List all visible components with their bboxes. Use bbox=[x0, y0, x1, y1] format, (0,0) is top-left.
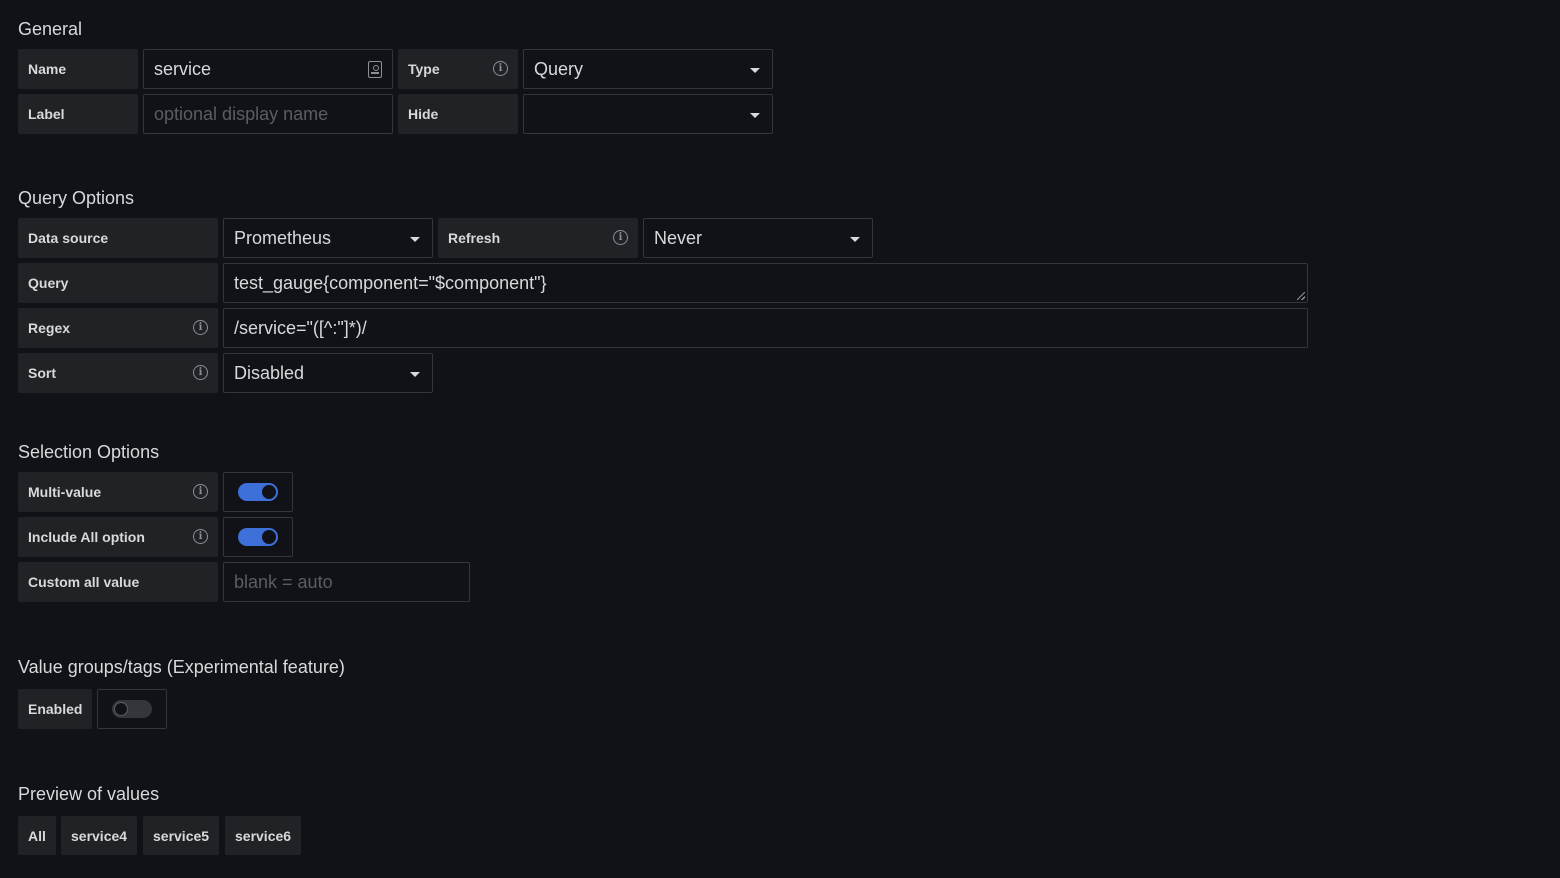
info-icon[interactable]: i bbox=[193, 320, 208, 335]
custom-all-label: Custom all value bbox=[18, 562, 218, 602]
include-all-label: Include All option i bbox=[18, 517, 218, 557]
multi-value-label: Multi-value i bbox=[18, 472, 218, 512]
refresh-select[interactable]: Never bbox=[643, 218, 873, 258]
refresh-select-value: Never bbox=[654, 227, 703, 248]
include-all-toggle[interactable] bbox=[238, 528, 278, 546]
label-label: Label bbox=[18, 94, 138, 134]
preview-value-tag: service5 bbox=[143, 816, 220, 855]
info-icon[interactable]: i bbox=[193, 529, 208, 544]
name-label-text: Name bbox=[28, 61, 67, 77]
sort-select-value: Disabled bbox=[234, 362, 305, 383]
section-title-value-groups: Value groups/tags (Experimental feature) bbox=[18, 657, 345, 677]
info-icon[interactable]: i bbox=[613, 230, 628, 245]
regex-label-text: Regex bbox=[28, 320, 71, 336]
enabled-label-text: Enabled bbox=[28, 701, 83, 717]
query-textarea-value: test_gauge{component="$component"} bbox=[234, 272, 547, 293]
type-label-text: Type bbox=[408, 61, 440, 77]
toggle-knob bbox=[114, 702, 128, 716]
caret-down-icon bbox=[410, 237, 420, 242]
sort-label: Sort i bbox=[18, 353, 218, 393]
section-title-query-options: Query Options bbox=[18, 188, 135, 208]
refresh-label: Refresh i bbox=[438, 218, 638, 258]
query-label: Query bbox=[18, 263, 218, 303]
name-input-value: service bbox=[154, 58, 212, 79]
query-textarea[interactable]: test_gauge{component="$component"} bbox=[223, 263, 1308, 303]
regex-label: Regex i bbox=[18, 308, 218, 348]
caret-down-icon bbox=[410, 372, 420, 377]
type-select-value: Query bbox=[534, 58, 584, 79]
label-input-placeholder: optional display name bbox=[154, 103, 329, 124]
type-label: Type i bbox=[398, 49, 518, 89]
hide-label: Hide bbox=[398, 94, 518, 134]
preview-value-tag: All bbox=[18, 816, 56, 855]
enabled-toggle[interactable] bbox=[112, 700, 152, 718]
name-label: Name bbox=[18, 49, 138, 89]
custom-all-label-text: Custom all value bbox=[28, 574, 140, 590]
label-input[interactable]: optional display name bbox=[143, 94, 393, 134]
multi-value-label-text: Multi-value bbox=[28, 484, 102, 500]
include-all-switch-container bbox=[223, 517, 293, 557]
type-select[interactable]: Query bbox=[523, 49, 773, 89]
section-title-preview: Preview of values bbox=[18, 784, 160, 804]
contact-card-icon[interactable] bbox=[368, 61, 382, 78]
datasource-select[interactable]: Prometheus bbox=[223, 218, 433, 258]
enabled-switch-container bbox=[97, 689, 167, 729]
datasource-label-text: Data source bbox=[28, 230, 109, 246]
include-all-label-text: Include All option bbox=[28, 529, 145, 545]
hide-select[interactable] bbox=[523, 94, 773, 134]
toggle-knob bbox=[262, 530, 276, 544]
multi-value-switch-container bbox=[223, 472, 293, 512]
sort-label-text: Sort bbox=[28, 365, 56, 381]
info-icon[interactable]: i bbox=[193, 484, 208, 499]
caret-down-icon bbox=[850, 237, 860, 242]
label-label-text: Label bbox=[28, 106, 65, 122]
caret-down-icon bbox=[750, 68, 760, 73]
enabled-label: Enabled bbox=[18, 689, 92, 729]
name-input[interactable]: service bbox=[143, 49, 393, 89]
regex-input[interactable]: /service="([^:"]*)/ bbox=[223, 308, 1308, 348]
info-icon[interactable]: i bbox=[193, 365, 208, 380]
sort-select[interactable]: Disabled bbox=[223, 353, 433, 393]
toggle-knob bbox=[262, 485, 276, 499]
datasource-select-value: Prometheus bbox=[234, 227, 332, 248]
hide-label-text: Hide bbox=[408, 106, 439, 122]
regex-input-value: /service="([^:"]*)/ bbox=[234, 317, 367, 338]
info-icon[interactable]: i bbox=[493, 61, 508, 76]
query-label-text: Query bbox=[28, 275, 69, 291]
multi-value-toggle[interactable] bbox=[238, 483, 278, 501]
preview-value-tag: service4 bbox=[61, 816, 138, 855]
preview-value-tag: service6 bbox=[225, 816, 302, 855]
datasource-label: Data source bbox=[18, 218, 218, 258]
custom-all-input[interactable]: blank = auto bbox=[223, 562, 470, 602]
caret-down-icon bbox=[750, 113, 760, 118]
section-title-selection-options: Selection Options bbox=[18, 442, 160, 462]
resize-grip-icon[interactable] bbox=[1297, 292, 1305, 300]
section-title-general: General bbox=[18, 19, 83, 39]
refresh-label-text: Refresh bbox=[448, 230, 501, 246]
custom-all-input-placeholder: blank = auto bbox=[234, 571, 333, 592]
